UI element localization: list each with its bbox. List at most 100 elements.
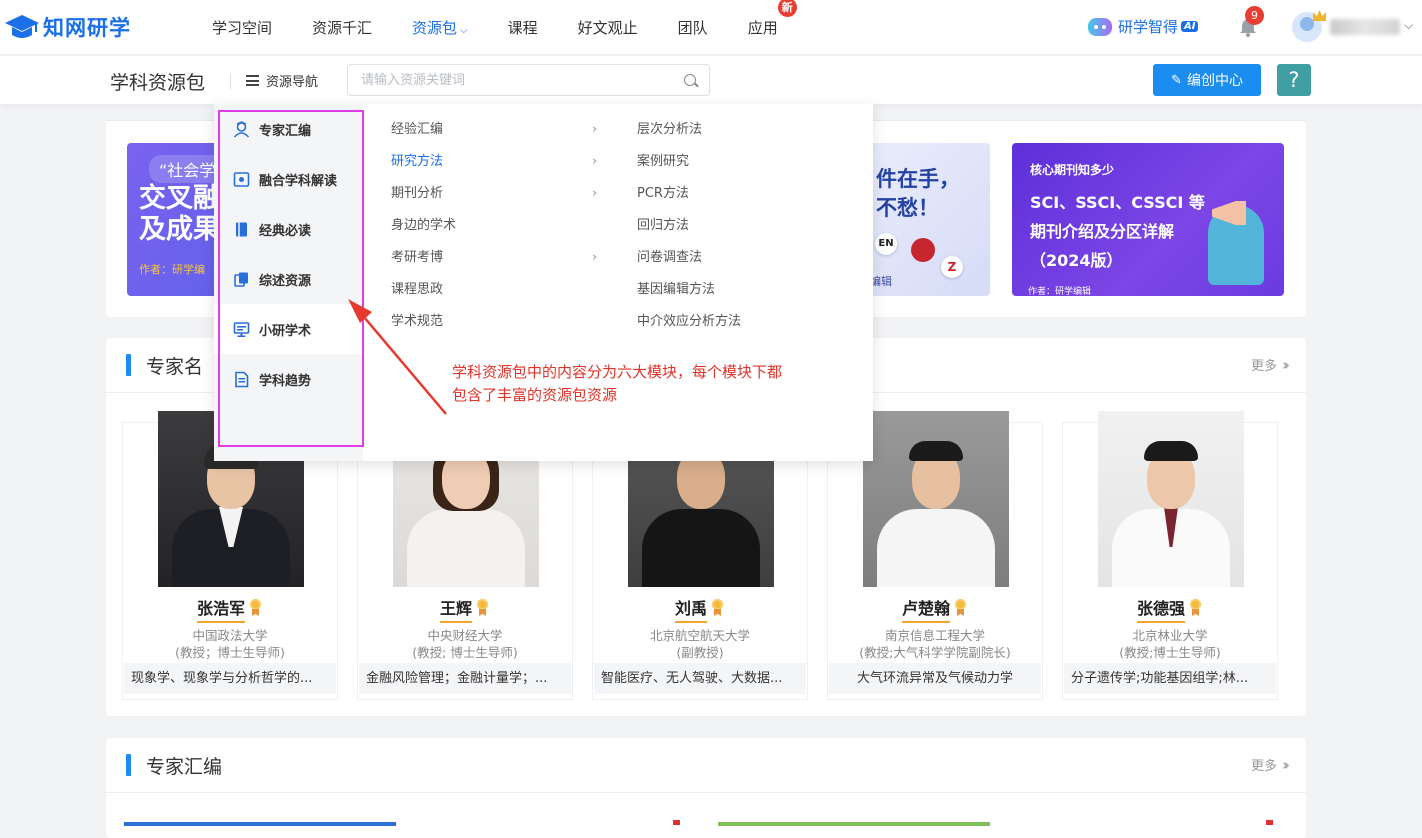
chevron-right-icon: › [592, 154, 598, 169]
medal-icon [710, 599, 725, 616]
expert-title: (教授;博士生导师) [1119, 645, 1221, 660]
expert-card[interactable]: 王辉 中央财经大学 (教授; 博士生导师) 金融风险管理；金融计量学；... [357, 411, 573, 700]
subcategory-item[interactable]: 考研考博 › [391, 244, 606, 276]
nav-resource-packs[interactable]: 资源包 ⌵ [412, 17, 468, 38]
subcategory-item[interactable]: 研究方法 › [391, 148, 606, 180]
logo[interactable]: 知网研学 [4, 11, 131, 43]
subcategory-item[interactable]: 期刊分析 › [391, 180, 606, 212]
search-input[interactable] [348, 65, 658, 95]
vip-crown-icon [1313, 10, 1326, 21]
ai-tag: AI [1181, 21, 1199, 32]
annotation-text: 学科资源包中的内容分为六大模块，每个模块下都 包含了丰富的资源包资源 [452, 361, 782, 407]
expert-photo [1098, 411, 1244, 587]
expert-title: (副教授) [676, 645, 724, 660]
pen-icon: ✎ [1171, 72, 1182, 88]
subcategory-item[interactable]: 课程思政 [391, 276, 606, 308]
method-item[interactable]: 中介效应分析方法 [637, 308, 741, 340]
expert-name-text: 王辉 [439, 595, 472, 623]
compilation-section: 专家汇编 更多 ›› [106, 738, 1306, 838]
nav-courses[interactable]: 课程 [508, 17, 538, 38]
expert-card[interactable]: 张浩军 中国政法大学 (教授；博士生导师) 现象学、现象学与分析哲学的... [122, 411, 338, 700]
search-icon[interactable] [684, 74, 696, 86]
compilation-thumbnail[interactable] [124, 822, 396, 826]
zotero-icon: Z [941, 256, 963, 278]
nav-good-articles[interactable]: 好文观止 [578, 17, 638, 38]
section-accent-bar [126, 754, 131, 776]
medal-icon [475, 599, 490, 616]
double-chevron-right-icon: ›› [1282, 356, 1290, 374]
banner-headline-line1: 交叉融 [139, 183, 220, 214]
annotation-line2: 包含了丰富的资源包资源 [452, 386, 618, 404]
nav-resources[interactable]: 资源千汇 [312, 17, 372, 38]
compilation-thumbnail[interactable] [718, 822, 990, 826]
chevron-right-icon: › [592, 122, 598, 137]
section-title: 专家名 [146, 356, 204, 378]
method-item[interactable]: 案例研究 [637, 148, 689, 180]
section-header: 专家汇编 更多 ›› [106, 738, 1306, 793]
sub-header: 学科资源包 资源导航 ✎ 编创中心 ? [0, 56, 1422, 104]
subcategory-label: 研究方法 [391, 154, 444, 169]
subcategory-label: 身边的学术 [391, 218, 457, 233]
mendeley-icon [911, 238, 935, 262]
banner-headline-line1: 件在手， [876, 167, 960, 191]
expert-photo [863, 411, 1009, 587]
expert-name: 张浩军 [123, 595, 337, 623]
expert-field: 现象学、现象学与分析哲学的... [124, 663, 336, 694]
compilation-marker [673, 820, 680, 825]
expert-card[interactable]: 卢楚翰 南京信息工程大学 (教授;大气科学学院副院长) 大气环流异常及气候动力学 [827, 411, 1043, 700]
expert-name-text: 张德强 [1136, 595, 1185, 623]
banner-headline-line2: 期刊介绍及分区详解 [1030, 222, 1175, 241]
ai-assistant-link[interactable]: 研学智得 AI [1088, 16, 1199, 37]
medal-icon [953, 599, 968, 616]
nav-learning-space[interactable]: 学习空间 [212, 17, 272, 38]
username-blurred[interactable] [1330, 19, 1400, 35]
help-button[interactable]: ? [1277, 64, 1311, 96]
subcategory-item[interactable]: 身边的学术 [391, 212, 606, 244]
banner-core-journals[interactable]: 核心期刊知多少 SCI、SSCI、CSSCI 等期刊介绍及分区详解 （2024版）… [1012, 143, 1284, 296]
nav-apps-label: 应用 [747, 19, 778, 37]
banner-headline-line2: 不愁！ [876, 196, 939, 220]
compilation-marker [1266, 820, 1273, 825]
expert-name: 卢楚翰 [828, 595, 1042, 623]
expert-title: (教授;大气科学学院副院长) [859, 645, 1011, 660]
more-link[interactable]: 更多 ›› [1250, 755, 1290, 774]
banner-headline-line3: （2024版） [1030, 251, 1123, 270]
banner-headline: 件在手， 不愁！ [876, 165, 960, 223]
banner-headline: SCI、SSCI、CSSCI 等期刊介绍及分区详解 （2024版） [1030, 188, 1205, 275]
banner-tools[interactable]: 件在手， 不愁！ EN Z 编辑 [868, 143, 990, 296]
logo-text: 知网研学 [43, 16, 131, 40]
expert-card[interactable]: 刘禹 北京航空航天大学 (副教授) 智能医疗、无人驾驶、大数据... [592, 411, 808, 700]
create-center-button[interactable]: ✎ 编创中心 [1153, 64, 1261, 96]
chevron-down-icon[interactable]: ⌵ [1404, 18, 1413, 33]
banner-editor: 作者：研学编辑 [1028, 287, 1092, 296]
banner-editor: 编辑 [870, 275, 892, 288]
top-navbar: 知网研学 学习空间 资源千汇 资源包 ⌵ 课程 好文观止 团队 应用新 研学智得 … [0, 0, 1422, 55]
expert-field: 金融风险管理；金融计量学；... [359, 663, 571, 694]
main-nav: 学习空间 资源千汇 资源包 ⌵ 课程 好文观止 团队 应用 新 [212, 0, 818, 55]
method-item[interactable]: 层次分析法 [637, 116, 702, 148]
create-center-label: 编创中心 [1186, 73, 1243, 89]
more-link[interactable]: 更多 ›› [1250, 355, 1290, 374]
banner-header: 核心期刊知多少 [1030, 163, 1115, 177]
method-item[interactable]: 基因编辑方法 [637, 276, 715, 308]
nav-team[interactable]: 团队 [678, 17, 708, 38]
subcategory-item[interactable]: 经验汇编 › [391, 116, 606, 148]
resource-nav-toggle[interactable]: 资源导航 [246, 71, 318, 90]
more-label: 更多 [1250, 359, 1277, 374]
expert-field: 智能医疗、无人驾驶、大数据... [594, 663, 806, 694]
subcategory-item[interactable]: 学术规范 [391, 308, 606, 340]
notification-badge: 9 [1245, 6, 1264, 25]
subcategory-label: 经验汇编 [391, 122, 444, 137]
chevron-right-icon: › [592, 186, 598, 201]
more-label: 更多 [1250, 759, 1277, 774]
annotation-line1: 学科资源包中的内容分为六大模块，每个模块下都 [452, 363, 783, 381]
expert-card[interactable]: 张德强 北京林业大学 (教授;博士生导师) 分子遗传学;功能基因组学;林... [1062, 411, 1278, 700]
method-item[interactable]: 回归方法 [637, 212, 689, 244]
method-item[interactable]: 问卷调查法 [637, 244, 702, 276]
method-item[interactable]: PCR方法 [637, 180, 689, 212]
subcategory-label: 考研考博 [391, 250, 444, 265]
nav-apps[interactable]: 应用 新 [747, 0, 797, 38]
expert-name-text: 张浩军 [196, 595, 245, 623]
resource-nav-label: 资源导航 [266, 75, 319, 90]
subcategory-label: 课程思政 [391, 282, 444, 297]
